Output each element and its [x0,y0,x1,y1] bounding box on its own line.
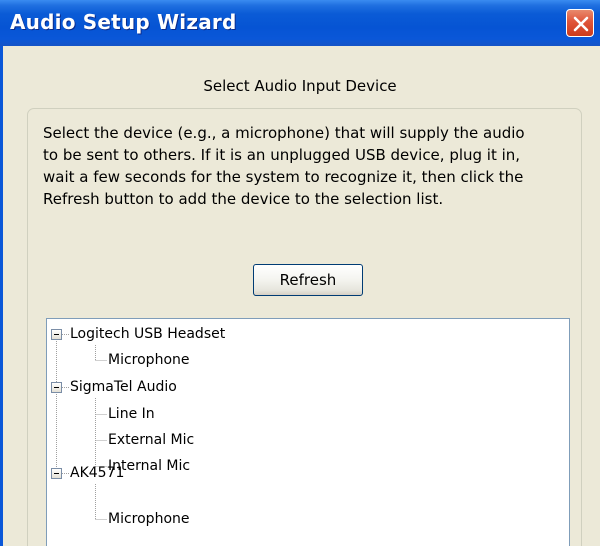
close-icon [573,16,589,32]
window-frame-left [0,46,3,546]
tree-node-logitech-usb-headset[interactable]: Logitech USB Headset [70,324,225,344]
tree-node-sigmatel-audio[interactable]: SigmaTel Audio [70,377,177,397]
page-subtitle: Select Audio Input Device [203,77,397,95]
minus-toggle-icon[interactable] [51,382,62,393]
tree-node-ak4571[interactable]: AK4571 [70,463,124,483]
tree-node-external-mic[interactable]: External Mic [108,430,194,450]
minus-toggle-icon[interactable] [51,468,62,479]
instructions-text: Select the device (e.g., a microphone) t… [43,122,573,210]
title-bar[interactable]: Audio Setup Wizard [0,0,600,46]
minus-toggle-icon[interactable] [51,329,62,340]
instructions-line: to be sent to others. If it is an unplug… [43,146,521,164]
instructions-line: Refresh button to add the device to the … [43,190,444,208]
instructions-line: wait a few seconds for the system to rec… [43,168,524,186]
tree-node-microphone[interactable]: Microphone [108,509,190,529]
refresh-button[interactable]: Refresh [253,264,363,296]
audio-setup-wizard-window: Audio Setup Wizard Select Audio Input De… [0,0,600,546]
tree-node-line-in[interactable]: Line In [108,404,155,424]
window-title: Audio Setup Wizard [10,10,237,34]
device-tree[interactable]: Logitech USB Headset Microphone SigmaTel… [46,318,570,546]
tree-node-microphone[interactable]: Microphone [108,350,190,370]
instructions-line: Select the device (e.g., a microphone) t… [43,124,525,142]
close-button[interactable] [566,9,594,37]
